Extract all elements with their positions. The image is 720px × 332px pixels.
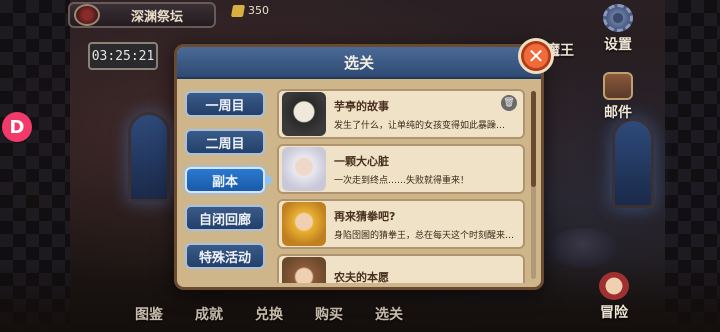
stage-list: 芋亭的故事 发生了什么，让单纯的女孩变得如此暴躁… 🗑 一颗大心脏 一次走到终点… [277, 89, 529, 283]
mail-label: 邮件 [604, 105, 632, 121]
stage-portrait [282, 257, 326, 283]
dialog-title: 选关 [177, 47, 541, 79]
stage-list-scrollbar[interactable] [531, 91, 536, 279]
gear-icon [603, 4, 633, 32]
tab-first-cycle[interactable]: 一周目 [185, 91, 265, 117]
stage-desc: 身陷囹圄的猜拳王，总在每天这个时刻醒来… [334, 230, 515, 241]
stained-window-right [612, 118, 654, 208]
stage-title: 芋亭的故事 [334, 99, 389, 113]
stage-portrait [282, 147, 326, 191]
stage-card[interactable]: 芋亭的故事 发生了什么，让单纯的女孩变得如此暴躁… 🗑 [277, 89, 525, 139]
tab-second-cycle[interactable]: 二周目 [185, 129, 265, 155]
stage-title: 一颗大心脏 [334, 154, 389, 168]
bottom-nav: 图鉴 成就 兑换 购买 选关 [128, 304, 410, 324]
nav-item-achievements[interactable]: 成就 [188, 304, 230, 324]
adventure-label: 冒险 [600, 305, 628, 321]
countdown-timer: 03:25:21 [88, 42, 158, 70]
nav-item-stage-select[interactable]: 选关 [368, 304, 410, 324]
stage-category-tabs: 一周目 二周目 副本 自闭回廊 特殊活动 [185, 91, 267, 281]
gem-count: 350 [248, 4, 269, 17]
location-banner: 深渊祭坛 [68, 2, 216, 28]
stage-portrait [282, 202, 326, 246]
tab-special-event[interactable]: 特殊活动 [185, 243, 265, 269]
mail-button[interactable]: 邮件 [590, 72, 646, 122]
nav-item-shop[interactable]: 购买 [308, 304, 350, 324]
mailbox-icon [603, 72, 633, 100]
stage-select-dialog: 选关 一周目 二周目 副本 自闭回廊 特殊活动 芋亭的故事 发生了什么，让单纯的… [174, 44, 544, 290]
stage-portrait [282, 92, 326, 136]
tab-dungeon[interactable]: 副本 [185, 167, 265, 193]
gem-counter: 350 [230, 4, 269, 17]
close-icon: ✕ [527, 44, 545, 68]
stage-card[interactable]: 再来猜拳吧? 身陷囹圄的猜拳王，总在每天这个时刻醒来… [277, 199, 525, 249]
floating-app-icon[interactable]: D [2, 112, 32, 142]
trash-icon[interactable]: 🗑 [501, 95, 517, 111]
close-button[interactable]: ✕ [518, 38, 554, 74]
location-title: 深渊祭坛 [130, 9, 183, 25]
nav-item-exchange[interactable]: 兑换 [248, 304, 290, 324]
stained-window-left [128, 112, 170, 202]
settings-button[interactable]: 设置 [590, 4, 646, 54]
adventure-portrait-icon [599, 272, 629, 300]
stage-desc: 一次走到终点……失败就得重来！ [334, 175, 470, 186]
demon-emblem-icon [74, 4, 100, 26]
stage-card[interactable]: 一颗大心脏 一次走到终点……失败就得重来！ [277, 144, 525, 194]
nav-item-codex[interactable]: 图鉴 [128, 304, 170, 324]
settings-label: 设置 [604, 37, 632, 53]
stage-title: 再来猜拳吧? [334, 209, 396, 223]
adventure-button[interactable]: 冒险 [586, 272, 642, 322]
gem-icon [230, 4, 246, 17]
scrollbar-thumb[interactable] [531, 91, 536, 187]
stage-desc: 发生了什么，让单纯的女孩变得如此暴躁… [334, 120, 506, 131]
stage-title: 农夫的本愿 [334, 271, 389, 283]
tab-autism-corridor[interactable]: 自闭回廊 [185, 205, 265, 231]
stage-card[interactable]: 农夫的本愿 [277, 254, 525, 283]
